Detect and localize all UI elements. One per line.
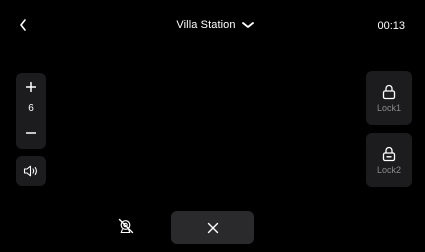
speaker-icon [23, 165, 39, 177]
close-icon [207, 222, 219, 234]
lock2-button[interactable]: Lock2 [366, 133, 412, 187]
hangup-button[interactable] [171, 211, 254, 244]
station-title: Villa Station [176, 19, 236, 31]
plus-icon [26, 82, 36, 92]
volume-up-button[interactable] [16, 77, 46, 97]
lock-keyhole-icon [382, 146, 396, 162]
lock2-label: Lock2 [376, 164, 402, 175]
station-selector[interactable]: Villa Station [150, 14, 280, 36]
lock1-button[interactable]: Lock1 [366, 71, 412, 125]
volume-level: 6 [28, 103, 34, 114]
chevron-down-icon [241, 21, 254, 29]
lock1-label: Lock1 [376, 102, 402, 113]
camera-off-button[interactable] [112, 212, 140, 240]
call-timer: 00:13 [377, 20, 405, 32]
lock-icon [382, 84, 396, 100]
volume-control: 6 [16, 73, 46, 149]
camera-off-icon [118, 218, 134, 234]
intercom-call-screen: Villa Station 00:13 6 Lock1 Lock2 [0, 0, 425, 252]
minus-icon [26, 131, 36, 135]
back-button[interactable] [14, 14, 32, 36]
speaker-button[interactable] [16, 156, 46, 186]
volume-down-button[interactable] [16, 123, 46, 143]
chevron-left-icon [19, 19, 27, 31]
